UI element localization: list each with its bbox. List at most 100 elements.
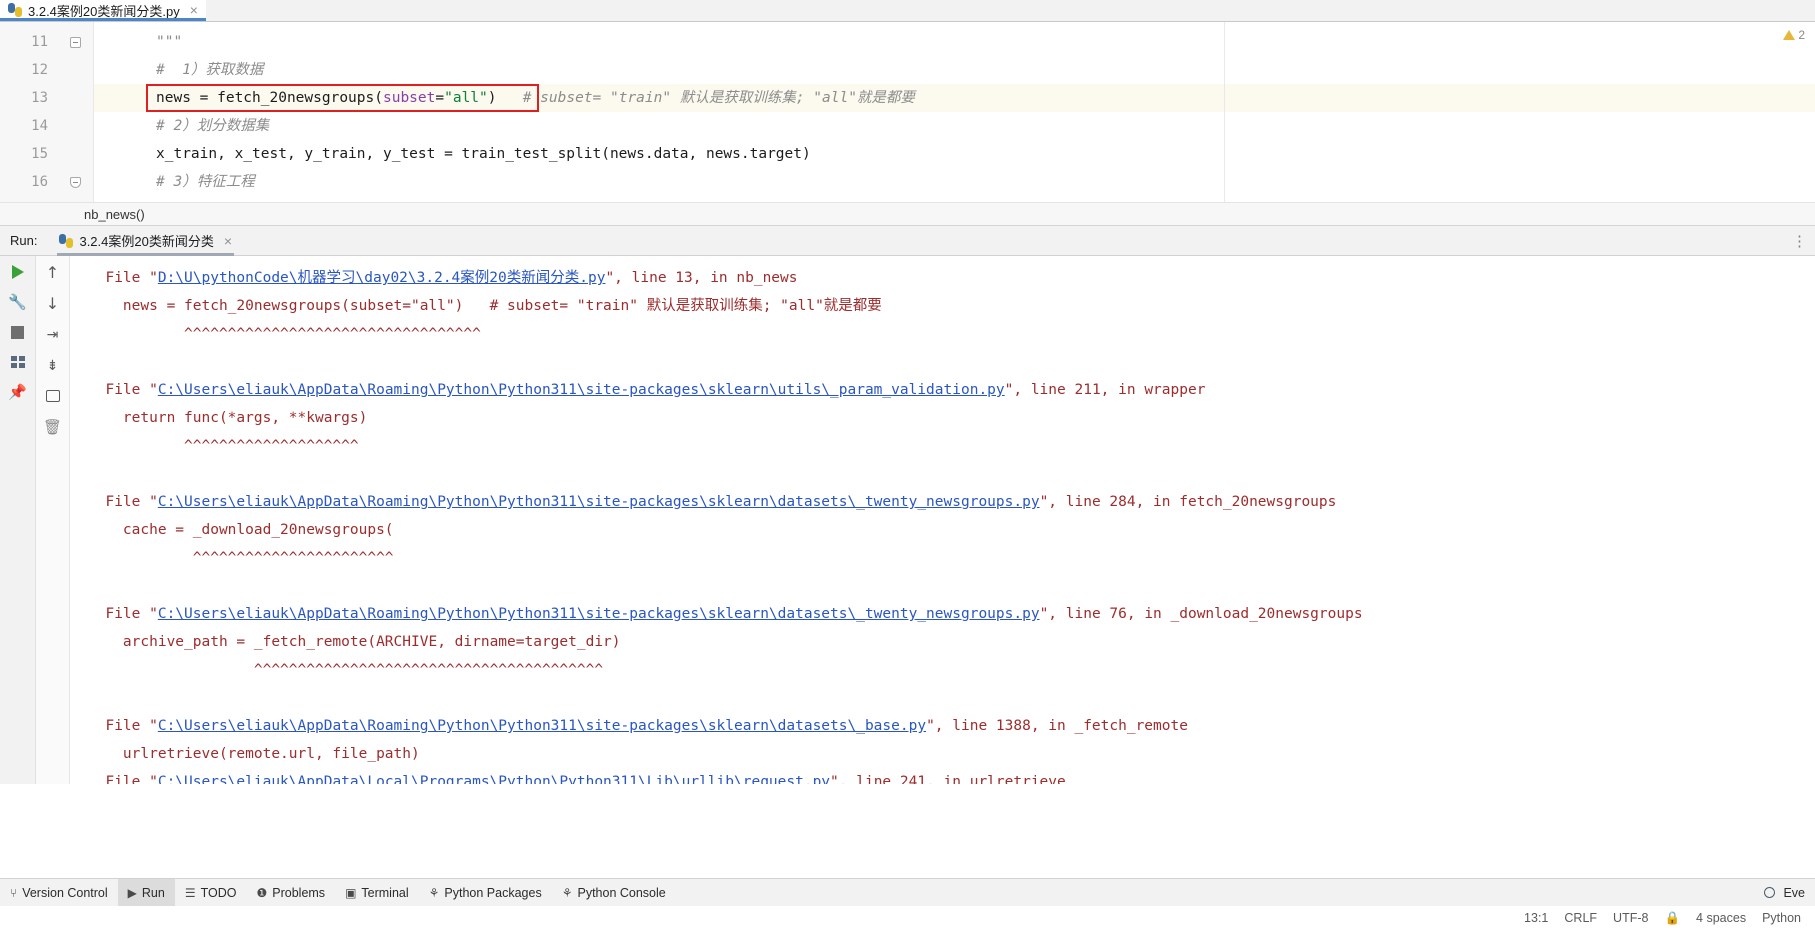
code-line[interactable]: news = fetch_20newsgroups(subset="all") … bbox=[94, 84, 1815, 112]
code-line[interactable]: # 3）特征工程 bbox=[94, 168, 1815, 196]
line-number: 12 bbox=[31, 62, 48, 78]
rerun-button[interactable] bbox=[8, 262, 28, 282]
file-path-link[interactable]: C:\Users\eliauk\AppData\Roaming\Python\P… bbox=[158, 382, 1005, 398]
arrow-down-icon[interactable]: ↓ bbox=[43, 293, 63, 313]
console-line: news = fetch_20newsgroups(subset="all") … bbox=[88, 292, 1815, 320]
editor-tab[interactable]: 3.2.4案例20类新闻分类.py × bbox=[0, 0, 206, 21]
close-icon[interactable]: × bbox=[190, 3, 198, 17]
code-token: # 1）获取数据 bbox=[156, 62, 264, 78]
code-token: news = fetch_20newsgroups( bbox=[156, 90, 383, 106]
console-output[interactable]: File "D:\U\pythonCode\机器学习\day02\3.2.4案例… bbox=[70, 256, 1815, 784]
fold-collapse-icon[interactable] bbox=[70, 36, 81, 48]
console-text: File " bbox=[88, 270, 158, 286]
console-text: ", line 284, in fetch_20newsgroups bbox=[1039, 494, 1337, 510]
stop-button[interactable] bbox=[8, 322, 28, 342]
code-folding-gutter[interactable] bbox=[58, 22, 94, 202]
status-bar-item-version-control[interactable]: ⑂ Version Control bbox=[0, 879, 118, 907]
caret-position[interactable]: 13:1 bbox=[1524, 911, 1548, 925]
list-icon: ☰ bbox=[184, 885, 196, 900]
console-text: ", line 211, in wrapper bbox=[1004, 382, 1206, 398]
editor-warning-indicator[interactable]: 2 bbox=[1783, 28, 1805, 42]
console-line: cache = _download_20newsgroups( bbox=[88, 516, 1815, 544]
search-icon[interactable] bbox=[1764, 887, 1776, 898]
console-text: ^^^^^^^^^^^^^^^^^^^^ bbox=[88, 438, 359, 454]
fold-marker[interactable] bbox=[58, 168, 93, 196]
arrow-up-icon[interactable]: ↑ bbox=[43, 262, 63, 282]
status-bar-item-python-packages[interactable]: ⚘ Python Packages bbox=[419, 879, 552, 907]
line-number: 13 bbox=[31, 90, 48, 106]
warning-circle-icon: ❶ bbox=[256, 885, 268, 900]
editor-tab-label: 3.2.4案例20类新闻分类.py bbox=[28, 3, 180, 19]
play-icon: ▶ bbox=[127, 885, 137, 900]
python-icon: ⚘ bbox=[561, 885, 573, 900]
package-icon: ⚘ bbox=[428, 885, 440, 900]
status-bar-item-run[interactable]: ▶ Run bbox=[117, 878, 175, 907]
code-line[interactable]: # 1）获取数据 bbox=[94, 56, 1815, 84]
console-text: ", line 76, in _download_20newsgroups bbox=[1039, 606, 1363, 622]
file-path-link[interactable]: C:\Users\eliauk\AppData\Local\Programs\P… bbox=[158, 774, 830, 784]
fold-collapse-icon[interactable] bbox=[70, 176, 81, 188]
line-separator[interactable]: CRLF bbox=[1564, 911, 1597, 925]
fold-marker bbox=[58, 56, 93, 84]
console-text: return func(*args, **kwargs) bbox=[88, 410, 368, 426]
interpreter-label[interactable]: Python bbox=[1762, 911, 1801, 925]
layout-button[interactable] bbox=[8, 352, 28, 372]
console-line: urlretrieve(remote.url, file_path) bbox=[88, 740, 1815, 768]
run-console-area: 🔧 📌 ↑ ↓ ⇥ ⇟ 🗑 File "D:\U\pythonCode\机器学习… bbox=[0, 256, 1815, 784]
editor-tab-bar: 3.2.4案例20类新闻分类.py × bbox=[0, 0, 1815, 22]
status-bar-item-label: Terminal bbox=[361, 885, 409, 900]
console-line: File "C:\Users\eliauk\AppData\Roaming\Py… bbox=[88, 376, 1815, 404]
close-icon[interactable]: × bbox=[224, 234, 232, 248]
trash-icon[interactable]: 🗑 bbox=[43, 417, 63, 437]
more-options-icon[interactable]: ⋮ bbox=[1792, 232, 1807, 250]
console-line: File "D:\U\pythonCode\机器学习\day02\3.2.4案例… bbox=[88, 264, 1815, 292]
pin-button[interactable]: 📌 bbox=[8, 382, 28, 402]
lock-icon[interactable]: 🔒 bbox=[1664, 911, 1680, 926]
indent-setting[interactable]: 4 spaces bbox=[1696, 911, 1746, 925]
code-editor[interactable]: 11 12 13 14 15 16 """ # 1）获取数据 news = fetch_20n… bbox=[0, 22, 1815, 202]
file-path-link[interactable]: C:\Users\eliauk\AppData\Roaming\Python\P… bbox=[158, 606, 1040, 622]
editor-footer: 13:1 CRLF UTF-8 🔒 4 spaces Python bbox=[0, 906, 1815, 930]
status-bar-item-problems[interactable]: ❶ Problems bbox=[247, 879, 336, 907]
pycharm-window: 3.2.4案例20类新闻分类.py × 11 12 13 14 15 16 """ # 1）… bbox=[0, 0, 1815, 930]
status-bar-item-label: Python Packages bbox=[444, 885, 542, 900]
status-bar-item-label: Problems bbox=[272, 885, 326, 900]
console-text: ^^^^^^^^^^^^^^^^^^^^^^^ bbox=[88, 550, 394, 566]
python-file-icon bbox=[8, 3, 22, 17]
printer-icon[interactable] bbox=[43, 386, 63, 406]
tab-active-underline bbox=[0, 18, 206, 21]
file-path-link[interactable]: D:\U\pythonCode\机器学习\day02\3.2.4案例20类新闻分… bbox=[158, 270, 606, 286]
file-encoding[interactable]: UTF-8 bbox=[1613, 911, 1648, 925]
line-number: 16 bbox=[31, 174, 48, 190]
breadcrumb[interactable]: nb_news() bbox=[0, 202, 1815, 226]
run-configuration-tab[interactable]: 3.2.4案例20类新闻分类 × bbox=[53, 226, 238, 256]
editor-code-area[interactable]: """ # 1）获取数据 news = fetch_20newsgroups(sub… bbox=[94, 22, 1815, 202]
console-line: File "C:\Users\eliauk\AppData\Roaming\Py… bbox=[88, 600, 1815, 628]
status-bar-item-python-console[interactable]: ⚘ Python Console bbox=[552, 879, 676, 907]
console-line: return func(*args, **kwargs) bbox=[88, 404, 1815, 432]
code-token: """ bbox=[156, 34, 183, 50]
status-bar-item-terminal[interactable]: ▣ Terminal bbox=[335, 879, 419, 907]
settings-button[interactable]: 🔧 bbox=[8, 292, 28, 312]
scroll-end-icon[interactable]: ⇟ bbox=[43, 355, 63, 375]
status-bar-right-label: Eve bbox=[1783, 885, 1805, 900]
code-token: # 3）特征工程 bbox=[156, 174, 255, 190]
code-line[interactable]: x_train, x_test, y_train, y_test = train… bbox=[94, 140, 1815, 168]
code-line[interactable]: """ bbox=[94, 28, 1815, 56]
fold-marker[interactable] bbox=[58, 28, 93, 56]
status-bar: ⑂ Version Control ▶ Run ☰ TODO ❶ Problems ▣ Termi… bbox=[0, 878, 1815, 907]
code-token: ) bbox=[487, 90, 497, 106]
console-text: File " bbox=[88, 774, 158, 784]
status-bar-item-todo[interactable]: ☰ TODO bbox=[175, 879, 247, 907]
file-path-link[interactable]: C:\Users\eliauk\AppData\Roaming\Python\P… bbox=[158, 494, 1040, 510]
console-text: File " bbox=[88, 606, 158, 622]
terminal-icon: ▣ bbox=[345, 885, 357, 900]
file-path-link[interactable]: C:\Users\eliauk\AppData\Roaming\Python\P… bbox=[158, 718, 926, 734]
run-toolwindow-header: Run: 3.2.4案例20类新闻分类 × ⋮ bbox=[0, 226, 1815, 256]
console-line: ^^^^^^^^^^^^^^^^^^^^^^^^^^^^^^^^^^^^^^^^ bbox=[88, 656, 1815, 684]
status-bar-item-label: Version Control bbox=[22, 885, 108, 900]
code-line[interactable]: # 2）划分数据集 bbox=[94, 112, 1815, 140]
wrap-text-icon[interactable]: ⇥ bbox=[43, 324, 63, 344]
